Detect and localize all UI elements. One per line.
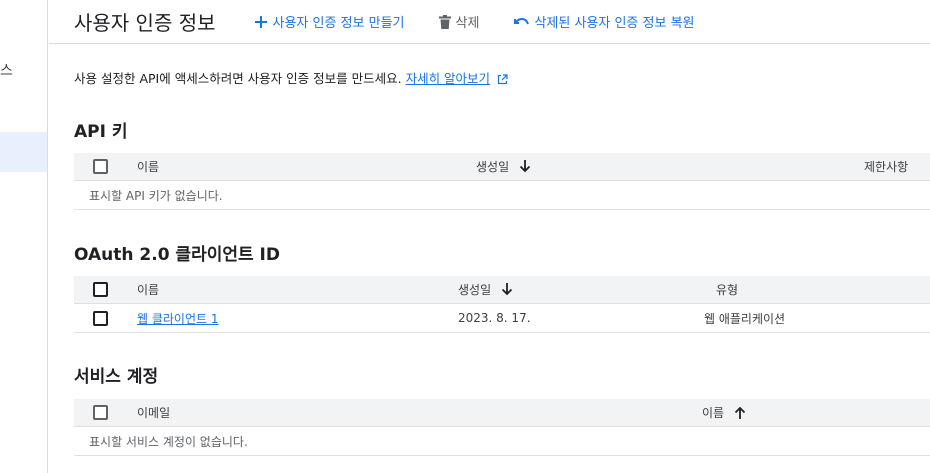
plus-icon: [254, 15, 267, 28]
empty-row: 표시할 API 키가 없습니다.: [74, 181, 930, 210]
client-created: 2023. 8. 17.: [458, 311, 531, 325]
description-text: 사용 설정한 API에 액세스하려면 사용자 인증 정보를 만드세요.: [74, 71, 402, 86]
nav-item-active[interactable]: [0, 132, 47, 172]
empty-row: 표시할 서비스 계정이 없습니다.: [74, 427, 930, 456]
column-created[interactable]: 생성일: [476, 153, 531, 180]
column-name[interactable]: 이름: [702, 399, 746, 426]
nav-item-label[interactable]: 스: [0, 60, 13, 80]
create-credentials-button[interactable]: 사용자 인증 정보 만들기: [254, 12, 405, 31]
select-all-checkbox[interactable]: [93, 405, 108, 420]
create-credentials-label: 사용자 인증 정보 만들기: [272, 16, 405, 31]
column-restrictions[interactable]: 제한사항: [864, 153, 908, 180]
delete-button[interactable]: 삭제: [438, 12, 480, 31]
arrow-down-icon: [501, 283, 513, 296]
column-created-label: 생성일: [476, 160, 510, 174]
table-row: 웹 클라이언트 1 2023. 8. 17. 웹 애플리케이션: [74, 304, 930, 333]
service-accounts-title: 서비스 계정: [74, 367, 159, 387]
page-header: 사용자 인증 정보 사용자 인증 정보 만들기 삭제 삭제된 사용자 인증 정보…: [49, 0, 930, 44]
column-name[interactable]: 이름: [137, 153, 159, 180]
column-created-label: 생성일: [458, 283, 492, 297]
empty-message: 표시할 API 키가 없습니다.: [89, 188, 223, 203]
undo-icon: [514, 17, 530, 24]
client-type: 웹 애플리케이션: [704, 311, 786, 326]
left-nav-rail: 스: [0, 0, 48, 473]
arrow-up-icon: [734, 406, 746, 419]
select-all-checkbox[interactable]: [93, 159, 108, 174]
oauth-title: OAuth 2.0 클라이언트 ID: [74, 245, 280, 265]
row-checkbox[interactable]: [93, 310, 108, 326]
restore-label: 삭제된 사용자 인증 정보 복원: [534, 16, 695, 31]
service-accounts-table-header: 이메일 이름: [74, 399, 930, 427]
trash-icon: [438, 14, 451, 29]
column-name[interactable]: 이름: [137, 276, 159, 303]
restore-deleted-credentials-button[interactable]: 삭제된 사용자 인증 정보 복원: [513, 12, 695, 31]
arrow-down-icon: [519, 160, 531, 173]
delete-label: 삭제: [455, 16, 480, 31]
select-all-checkbox[interactable]: [93, 282, 108, 297]
column-email[interactable]: 이메일: [137, 399, 170, 426]
column-type[interactable]: 유형: [716, 276, 738, 303]
column-name-label: 이름: [702, 406, 725, 420]
api-keys-title: API 키: [74, 122, 128, 142]
page-title: 사용자 인증 정보: [74, 11, 216, 35]
external-link-icon: [497, 74, 508, 85]
client-name-link[interactable]: 웹 클라이언트 1: [137, 310, 219, 327]
empty-message: 표시할 서비스 계정이 없습니다.: [89, 434, 248, 449]
oauth-table-header: 이름 생성일 유형: [74, 276, 930, 304]
learn-more-link[interactable]: 자세히 알아보기: [406, 71, 490, 86]
api-keys-table-header: 이름 생성일 제한사항: [74, 153, 930, 181]
column-created[interactable]: 생성일: [458, 276, 513, 303]
credentials-description: 사용 설정한 API에 액세스하려면 사용자 인증 정보를 만드세요. 자세히 …: [74, 68, 508, 87]
